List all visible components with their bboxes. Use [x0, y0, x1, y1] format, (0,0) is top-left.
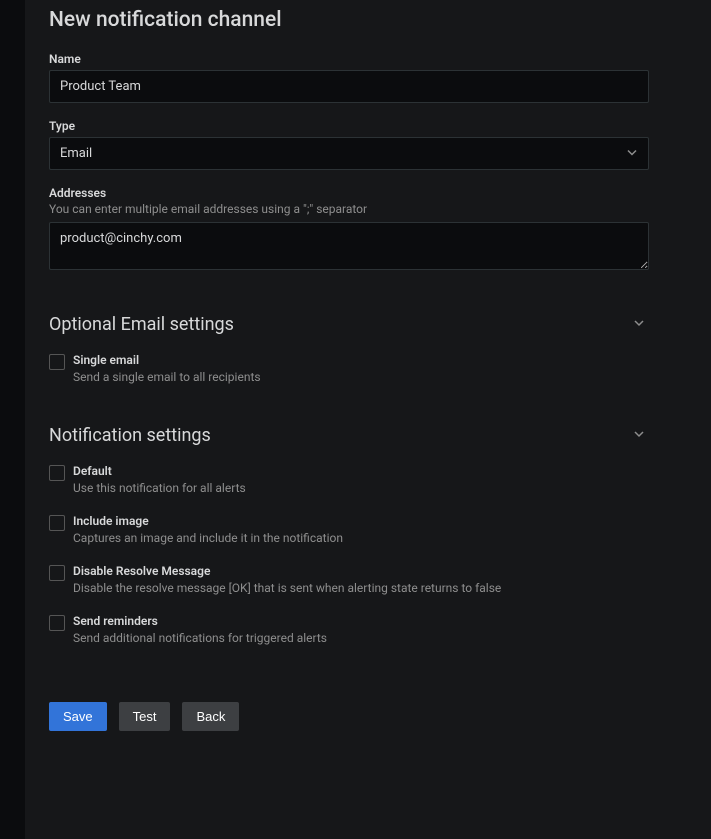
send-reminders-label: Send reminders [73, 614, 327, 628]
send-reminders-checkbox[interactable] [49, 615, 65, 631]
type-select[interactable]: Email [49, 137, 649, 170]
name-input[interactable] [49, 70, 649, 103]
single-email-desc: Send a single email to all recipients [73, 370, 261, 384]
addresses-group: Addresses You can enter multiple email a… [49, 186, 687, 274]
single-email-checkbox[interactable] [49, 354, 65, 370]
optional-email-section: Optional Email settings Single email Sen… [49, 314, 687, 385]
addresses-input[interactable]: product@cinchy.com [49, 222, 649, 270]
default-label: Default [73, 464, 246, 478]
notification-section: Notification settings Default Use this n… [49, 425, 687, 646]
single-email-label: Single email [73, 353, 261, 367]
main-content: New notification channel Name Type Email… [25, 0, 711, 839]
notification-header[interactable]: Notification settings [49, 425, 644, 446]
include-image-checkbox[interactable] [49, 515, 65, 531]
chevron-down-icon [634, 317, 644, 332]
back-button[interactable]: Back [182, 702, 239, 731]
disable-resolve-checkbox[interactable] [49, 565, 65, 581]
include-image-row: Include image Captures an image and incl… [49, 514, 687, 546]
disable-resolve-desc: Disable the resolve message [OK] that is… [73, 581, 501, 595]
single-email-row: Single email Send a single email to all … [49, 353, 687, 385]
save-button[interactable]: Save [49, 702, 107, 731]
addresses-help: You can enter multiple email addresses u… [49, 202, 687, 216]
button-row: Save Test Back [49, 702, 687, 731]
default-checkbox[interactable] [49, 465, 65, 481]
page-title: New notification channel [49, 8, 687, 32]
addresses-label: Addresses [49, 186, 687, 200]
send-reminders-row: Send reminders Send additional notificat… [49, 614, 687, 646]
notification-title: Notification settings [49, 425, 211, 446]
type-label: Type [49, 119, 687, 133]
default-row: Default Use this notification for all al… [49, 464, 687, 496]
sidebar-edge [0, 0, 25, 839]
chevron-down-icon [634, 428, 644, 443]
type-group: Type Email [49, 119, 687, 170]
include-image-desc: Captures an image and include it in the … [73, 531, 343, 545]
send-reminders-desc: Send additional notifications for trigge… [73, 631, 327, 645]
optional-email-header[interactable]: Optional Email settings [49, 314, 644, 335]
include-image-label: Include image [73, 514, 343, 528]
name-group: Name [49, 52, 687, 103]
default-desc: Use this notification for all alerts [73, 481, 246, 495]
name-label: Name [49, 52, 687, 66]
disable-resolve-row: Disable Resolve Message Disable the reso… [49, 564, 687, 596]
test-button[interactable]: Test [119, 702, 171, 731]
optional-email-title: Optional Email settings [49, 314, 234, 335]
disable-resolve-label: Disable Resolve Message [73, 564, 501, 578]
